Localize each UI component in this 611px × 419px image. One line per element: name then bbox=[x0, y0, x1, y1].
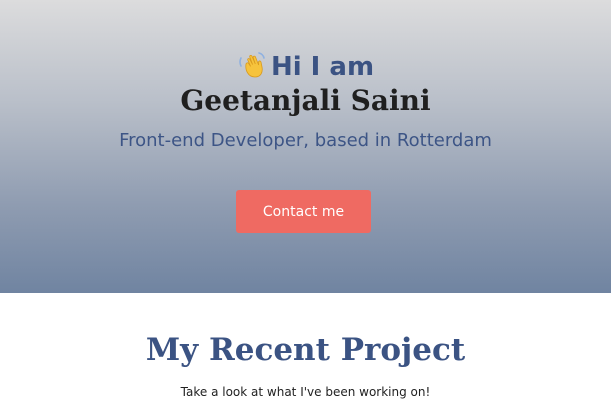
hero-greeting: Hi I am bbox=[0, 50, 611, 84]
contact-me-button[interactable]: Contact me bbox=[236, 190, 371, 233]
hero-subtitle: Front-end Developer, based in Rotterdam bbox=[119, 130, 492, 151]
hero-section: Hi I am Geetanjali Saini Front-end Devel… bbox=[0, 0, 611, 293]
waving-hand-icon bbox=[239, 52, 265, 78]
projects-subtitle: Take a look at what I've been working on… bbox=[180, 385, 431, 399]
hero-name: Geetanjali Saini bbox=[180, 84, 431, 117]
greeting-text: Hi I am bbox=[270, 52, 375, 82]
recent-projects-section: My Recent Project Take a look at what I'… bbox=[0, 293, 611, 419]
projects-title: My Recent Project bbox=[145, 332, 466, 368]
